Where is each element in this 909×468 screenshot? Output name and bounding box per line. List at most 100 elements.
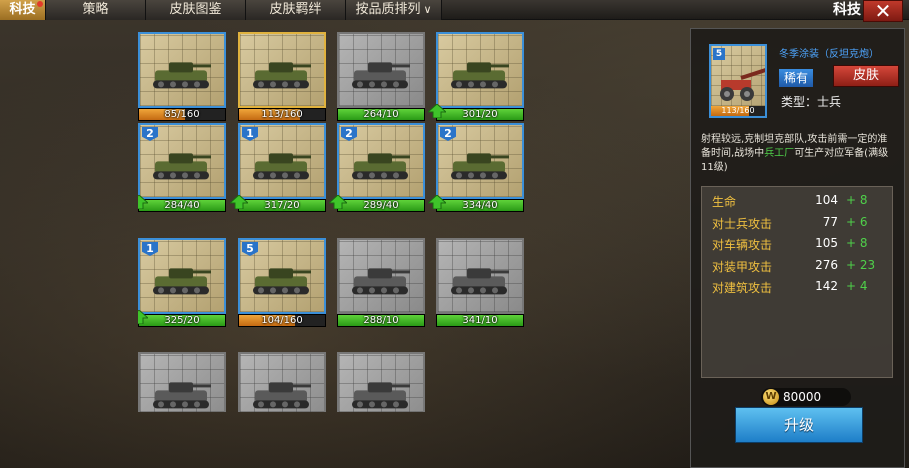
- notification-dot: [37, 1, 43, 7]
- medium-tank-icon: [149, 258, 215, 302]
- upgrade-arrow-icon: [230, 195, 248, 209]
- tab-skin-gallery[interactable]: 皮肤图鉴: [146, 0, 246, 20]
- stat-increase: + 23: [846, 257, 876, 272]
- unit-card[interactable]: 2 284/40: [138, 123, 226, 217]
- stat-value: 142: [815, 279, 838, 293]
- progress-text: 264/10: [363, 109, 399, 120]
- unit-thumbnail[interactable]: 5 113/160: [709, 44, 767, 118]
- progress-bar: 334/40: [436, 199, 524, 212]
- stat-increase: + 8: [846, 193, 868, 207]
- stat-value: 77: [822, 214, 838, 229]
- upgrade-arrow-icon: [428, 195, 446, 209]
- progress-text: 85/160: [164, 109, 200, 120]
- tab-strategy[interactable]: 策略: [46, 0, 146, 20]
- progress-text: 284/40: [164, 200, 200, 211]
- tab-tech-label: 科技: [9, 2, 36, 17]
- unit-card[interactable]: 301/20: [428, 32, 524, 126]
- chevron-down-icon: ∨: [423, 3, 432, 16]
- progress-text: 288/10: [363, 315, 399, 326]
- level-badge: 5: [713, 48, 725, 60]
- progress-text: 113/160: [721, 106, 755, 115]
- unit-card[interactable]: 1 325/20: [138, 238, 226, 332]
- unit-card[interactable]: 113/160: [238, 32, 326, 126]
- close-button[interactable]: ✕: [863, 0, 903, 22]
- stat-increase: + 8: [846, 236, 868, 250]
- aircraft-icon: [249, 372, 315, 412]
- progress-bar: 264/10: [337, 108, 425, 121]
- sort-dropdown[interactable]: 按品质排列 ∨: [346, 0, 442, 20]
- progress-bar: 317/20: [238, 199, 326, 212]
- stat-row: 对装甲攻击 276 + 23: [702, 258, 892, 280]
- stats-table: 生命 104 + 8 对士兵攻击 77 + 6 对车辆攻击 105 + 8 对装甲攻击…: [701, 186, 893, 378]
- stat-row: 对车辆攻击 105 + 8: [702, 236, 892, 258]
- tab-skin-bonds[interactable]: 皮肤羁绊: [246, 0, 346, 20]
- stat-label: 对装甲攻击: [712, 259, 773, 274]
- unit-frame: [436, 238, 524, 314]
- stat-value: 276: [815, 257, 838, 272]
- skin-button[interactable]: 皮肤: [833, 65, 899, 87]
- progress-bar: 289/40: [337, 199, 425, 212]
- unit-frame: [337, 352, 425, 412]
- stat-label: 生命: [712, 195, 737, 209]
- ship-icon: [348, 372, 414, 412]
- progress-text: 104/160: [261, 315, 303, 326]
- unit-card[interactable]: 341/10: [436, 238, 524, 332]
- progress-bar: 341/10: [436, 314, 524, 327]
- unit-frame: 5: [238, 238, 326, 314]
- unit-grid: 85/160 113/160 264/10 301/20 2 284/40 1 …: [138, 22, 528, 412]
- upgrade-button[interactable]: 升级: [735, 407, 863, 443]
- spg-icon: [447, 143, 513, 187]
- progress-text: 341/10: [462, 315, 498, 326]
- unit-card[interactable]: 2 289/40: [329, 123, 425, 217]
- unit-name: 冬季涂装（反坦克炮）: [779, 49, 879, 60]
- unit-frame: 1: [238, 123, 326, 199]
- unit-description: 射程较远,克制坦克部队,攻击前需一定的准备时间,战场中兵工厂可生产对应军备(满级…: [701, 133, 897, 175]
- tab-tech[interactable]: 科技: [0, 0, 46, 20]
- unit-card[interactable]: 1 317/20: [230, 123, 326, 217]
- unit-card[interactable]: 288/10: [337, 238, 425, 332]
- aa-gun-icon: [249, 258, 315, 302]
- stat-row: 对士兵攻击 77 + 6: [702, 215, 892, 237]
- unit-card[interactable]: 5 104/160: [238, 238, 326, 332]
- progress-bar: 104/160: [238, 314, 326, 327]
- coin-icon: W: [763, 389, 779, 405]
- tab-skin-bonds-label: 皮肤羁绊: [269, 2, 322, 17]
- progress-bar: 301/20: [436, 108, 524, 121]
- stat-value: 104: [815, 193, 838, 207]
- page-title: 科技: [833, 2, 861, 18]
- unit-icon: [149, 372, 215, 412]
- progress-text: 289/40: [363, 200, 399, 211]
- unit-card[interactable]: 85/160: [138, 32, 226, 126]
- jeep-icon: [447, 52, 513, 96]
- heavy-tank-icon: [447, 258, 513, 302]
- stat-row: 生命 104 + 8: [702, 193, 892, 215]
- unit-card[interactable]: 264/10: [337, 32, 425, 126]
- tab-skin-gallery-label: 皮肤图鉴: [169, 2, 222, 17]
- unit-card[interactable]: [138, 352, 226, 412]
- upgrade-arrow-icon: [138, 195, 148, 209]
- cost-value: 80000: [783, 390, 822, 404]
- unit-card[interactable]: 2 334/40: [428, 123, 524, 217]
- upgrade-cost: W 80000: [761, 388, 851, 406]
- progress-bar: 85/160: [138, 108, 226, 121]
- unit-frame: [138, 352, 226, 412]
- stat-label: 对车辆攻击: [712, 238, 773, 252]
- progress-bar: 325/20: [138, 314, 226, 327]
- tab-strategy-label: 策略: [82, 2, 109, 17]
- howitzer-icon: [348, 258, 414, 302]
- unit-frame: [337, 32, 425, 108]
- upgrade-arrow-icon: [329, 195, 347, 209]
- unit-frame: 2: [436, 123, 524, 199]
- rifle-icon: [149, 52, 215, 96]
- progress-bar: 113/160: [238, 108, 326, 121]
- progress-bar: 284/40: [138, 199, 226, 212]
- progress-bar: 113/160: [711, 106, 765, 116]
- unit-detail-panel: 5 113/160 冬季涂装（反坦克炮） 稀有 皮肤 类型：士兵 射程较远,克制…: [690, 28, 905, 468]
- upgrade-arrow-icon: [428, 104, 446, 118]
- unit-frame: 1: [138, 238, 226, 314]
- stat-row: 对建筑攻击 142 + 4: [702, 279, 892, 301]
- unit-card[interactable]: [238, 352, 326, 412]
- motorcycle-icon: [249, 143, 315, 187]
- unit-card[interactable]: [337, 352, 425, 412]
- unit-frame: 2: [337, 123, 425, 199]
